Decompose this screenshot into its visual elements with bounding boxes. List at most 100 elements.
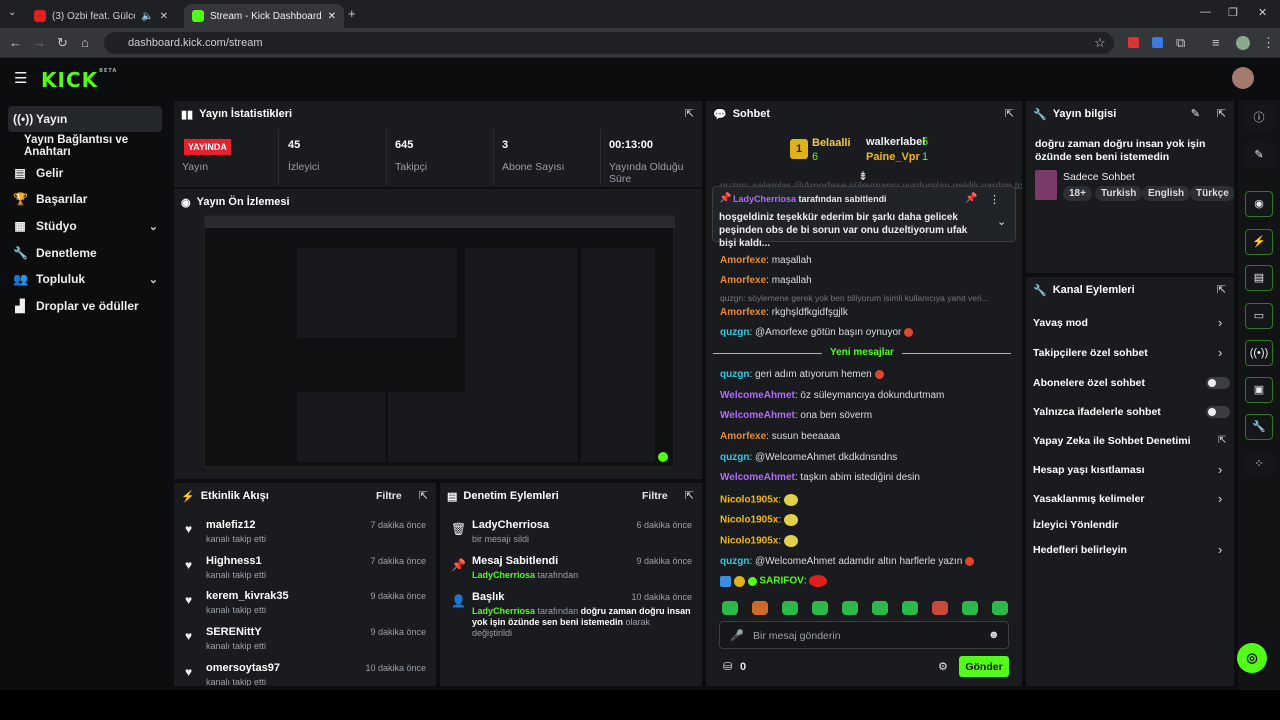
home-icon[interactable]: ⌂ [81,35,89,50]
chat-user[interactable]: WelcomeAhmet [720,472,795,483]
action-host[interactable]: İzleyici Yönlendir [1026,519,1234,537]
hamburger-icon[interactable]: ☰ [14,69,27,87]
emote-icon[interactable] [752,601,768,615]
broadcast-icon[interactable]: ((•)) [1245,340,1273,366]
new-tab-icon[interactable]: + [348,6,356,21]
back-icon[interactable]: ← [9,35,22,50]
activity-user[interactable]: malefiz12 [206,519,256,531]
wrench-icon[interactable]: 🔧 [1245,414,1273,440]
bolt-icon[interactable]: ⚡ [1245,229,1273,255]
emote-icon[interactable] [902,601,918,615]
settings-gear-icon[interactable]: ⚙ [938,660,948,673]
chat-user[interactable]: WelcomeAhmet [720,410,795,421]
kick-logo[interactable]: KICKBETA [41,68,117,92]
category-name[interactable]: Sadece Sohbet [1063,171,1135,183]
popout-icon[interactable]: ⇱ [1005,107,1014,120]
filter-button[interactable]: Filtre [642,490,668,502]
action-banned-words[interactable]: Yasaklanmış kelimeler › [1026,491,1234,511]
chat-user[interactable]: quzgn [720,452,749,463]
popout-icon[interactable]: ⇱ [419,489,428,502]
minimize-icon[interactable]: — [1200,6,1211,18]
chat-user[interactable]: Nicolo1905x [720,536,778,547]
document-icon[interactable]: ▤ [1245,265,1273,291]
chat-user[interactable]: WelcomeAhmet [720,390,795,401]
media-icon[interactable]: ≡ [1212,35,1220,50]
close-icon[interactable]: ✕ [160,11,168,22]
bookmark-icon[interactable]: ☆ [1094,35,1106,51]
menu-dots-icon[interactable]: ⋮ [1262,35,1275,51]
profile-avatar[interactable] [1236,36,1250,50]
translate-icon[interactable] [1152,37,1163,48]
camera-icon[interactable]: ◉ [1245,191,1273,217]
sidebar-item-droplar[interactable]: ▟ Droplar ve ödüller [8,293,162,319]
activity-user[interactable]: SERENittY [206,626,262,638]
points-icon[interactable]: ⛁ [723,660,732,673]
tab-search-icon[interactable]: ⌄ [8,7,16,18]
emote-only-toggle[interactable] [1206,406,1230,418]
close-icon[interactable]: ✕ [328,11,336,22]
unpin-icon[interactable]: 📌 [965,193,977,204]
emote-icon[interactable] [782,601,798,615]
gifter-name[interactable]: walkerlabel [866,136,925,148]
edit-icon[interactable]: ✎ [1191,107,1200,120]
tag-chip[interactable]: Türkçe [1190,186,1234,201]
pinned-message[interactable]: 📌 LadyCherriosa tarafından sabitlendi 📌 … [712,186,1016,249]
popout-icon[interactable]: ⇱ [685,107,694,120]
sidebar-item-studyo[interactable]: ▦ Stüdyo ⌄ [8,213,162,239]
action-goals[interactable]: Hedefleri belirleyin › [1026,542,1234,562]
chat-user[interactable]: quzgn [720,369,749,380]
moderation-user[interactable]: LadyCherriosa [472,570,535,580]
browser-tab-music[interactable]: (3) Ozbi feat. Gülce Duru - 8 🔈 ✕ [26,4,176,28]
sidebar-item-gelir[interactable]: ▤ Gelir [8,160,162,186]
filter-button[interactable]: Filtre [376,490,402,502]
action-account-age[interactable]: Hesap yaşı kısıtlaması › [1026,462,1234,482]
send-button[interactable]: Gönder [959,656,1009,677]
forward-icon[interactable]: → [33,35,46,50]
emote-icon[interactable] [812,601,828,615]
url-field[interactable]: dashboard.kick.com/stream [104,32,1114,54]
chat-user[interactable]: Amorfexe [720,307,766,318]
edit-icon[interactable]: ✎ [1245,142,1273,168]
more-icon[interactable]: ⋮ [989,193,1000,206]
chat-user[interactable]: Nicolo1905x [720,495,778,506]
gifter-name[interactable]: Paine_Vpr [866,151,920,163]
chat-user[interactable]: Amorfexe [720,275,766,286]
emoji-icon[interactable]: ☻ [988,629,1000,641]
emote-icon[interactable] [932,601,948,615]
reload-icon[interactable]: ↻ [57,35,68,51]
popout-icon[interactable]: ⇱ [685,489,694,502]
chevron-down-icon[interactable]: ⌄ [997,215,1006,228]
close-window-icon[interactable]: ✕ [1258,6,1267,19]
preview-video[interactable] [204,215,675,467]
pinned-user[interactable]: LadyCherriosa [733,194,796,204]
popout-icon[interactable]: ⇱ [1217,107,1226,120]
add-widget-icon[interactable]: ⁘ [1245,451,1273,477]
user-avatar[interactable] [1232,67,1254,89]
subscribers-only-toggle[interactable] [1206,377,1230,389]
sidebar-item-yayin[interactable]: ((•)) Yayın [8,106,162,132]
mic-icon[interactable]: 🎤 [730,629,744,642]
chat-user[interactable]: Amorfexe [720,431,766,442]
help-icon[interactable]: ◎ [1237,643,1267,673]
activity-user[interactable]: Highness1 [206,555,262,567]
extension-icon[interactable] [1128,37,1139,48]
chat-user[interactable]: Amorfexe [720,255,766,266]
sidebar-item-denetleme[interactable]: 🔧 Denetleme [8,240,162,266]
popout-icon[interactable]: ⇱ [1217,283,1226,296]
emote-icon[interactable] [842,601,858,615]
browser-tab-kick[interactable]: Stream - Kick Dashboard ✕ [184,4,344,28]
sidebar-item-topluluk[interactable]: 👥 Topluluk ⌄ [8,266,162,292]
emote-icon[interactable] [872,601,888,615]
sidebar-item-stream-key[interactable]: Yayın Bağlantısı ve Anahtarı [8,133,168,159]
emote-icon[interactable] [962,601,978,615]
activity-user[interactable]: omersoytas97 [206,662,280,674]
action-slow-mode[interactable]: Yavaş mod › [1026,315,1234,335]
maximize-icon[interactable]: ❐ [1228,6,1238,19]
chat-input[interactable]: 🎤 Bir mesaj gönderin ☻ [719,621,1009,649]
action-ai-moderation[interactable]: Yapay Zeka ile Sohbet Denetimi ⇱ [1026,435,1234,453]
chat-bubble-icon[interactable]: ▭ [1245,303,1273,329]
extensions-puzzle-icon[interactable]: ⧉ [1176,35,1185,51]
info-icon[interactable]: ⓘ [1245,105,1273,131]
moderation-icon[interactable]: ▣ [1245,377,1273,403]
chat-user[interactable]: Nicolo1905x [720,515,778,526]
